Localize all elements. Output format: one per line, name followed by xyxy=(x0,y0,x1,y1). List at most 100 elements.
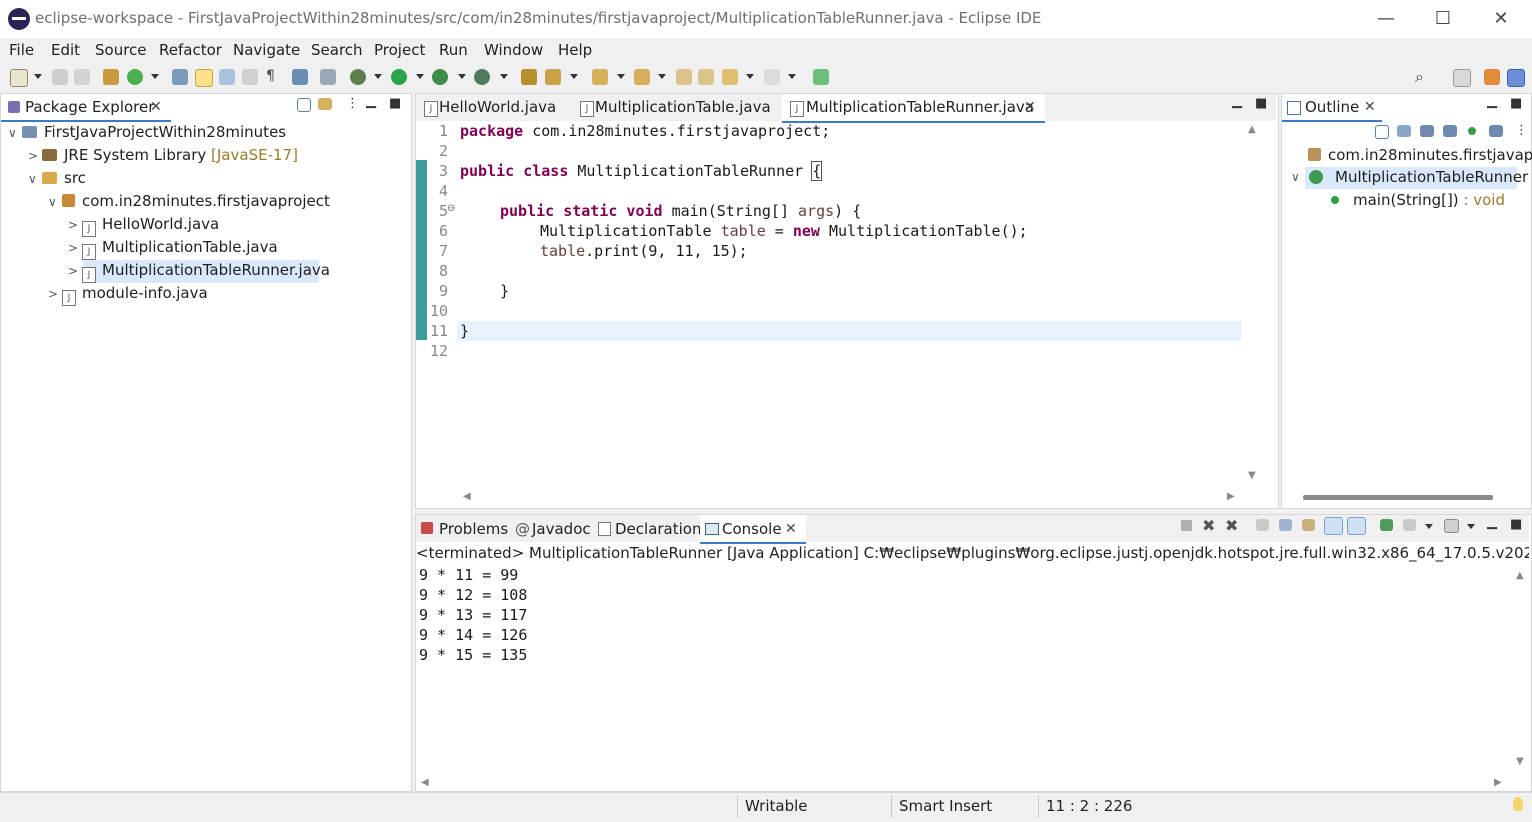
menu-window[interactable]: Window xyxy=(484,41,543,59)
chevron-right-icon[interactable]: > xyxy=(68,264,82,278)
new-java-package-icon[interactable] xyxy=(103,69,119,85)
hide-local-types-icon[interactable] xyxy=(1489,125,1503,137)
outline-item-class[interactable]: MultiplicationTableRunner xyxy=(1309,168,1528,191)
forward-edit-icon[interactable] xyxy=(698,69,714,85)
scroll-right-icon[interactable]: ▶ xyxy=(1494,777,1502,788)
chevron-down-icon[interactable] xyxy=(374,74,382,79)
chevron-down-icon[interactable] xyxy=(746,74,754,79)
code-line-3[interactable]: public class MultiplicationTableRunner { xyxy=(460,161,823,181)
show-on-stdout-icon[interactable] xyxy=(1324,517,1343,535)
last-edit-location-icon[interactable] xyxy=(676,69,692,85)
tree-item-project[interactable]: ∨ FirstJavaProjectWithin28minutes xyxy=(8,123,286,146)
scroll-up-icon[interactable]: ▲ xyxy=(1248,124,1256,135)
sort-icon[interactable] xyxy=(1397,125,1411,137)
collapse-all-icon[interactable] xyxy=(1375,125,1389,139)
java-ee-perspective-icon[interactable] xyxy=(1484,69,1500,85)
chevron-down-icon[interactable] xyxy=(1425,524,1433,529)
minimize-view-icon[interactable]: ▁ xyxy=(1487,515,1497,530)
tab-problems[interactable]: Problems xyxy=(439,520,508,538)
chevron-down-icon[interactable] xyxy=(788,74,796,79)
open-type-icon[interactable] xyxy=(172,69,188,85)
status-cursor-position[interactable]: 11 : 2 : 226 xyxy=(1046,797,1132,815)
scroll-lock-icon[interactable] xyxy=(1279,519,1292,531)
chevron-down-icon[interactable]: ∨ xyxy=(48,195,62,209)
clear-console-icon[interactable] xyxy=(1256,519,1269,531)
chevron-right-icon[interactable]: > xyxy=(68,241,82,255)
scroll-down-icon[interactable]: ▼ xyxy=(1248,470,1256,481)
code-line-1[interactable]: package com.in28minutes.firstjavaproject… xyxy=(460,122,830,140)
chevron-down-icon[interactable]: ∨ xyxy=(8,126,22,140)
hide-static-icon[interactable] xyxy=(1443,125,1457,137)
status-insert-mode[interactable]: Smart Insert xyxy=(899,797,992,815)
close-window-button[interactable]: ✕ xyxy=(1478,6,1524,32)
pin-console-icon[interactable] xyxy=(1380,519,1393,531)
chevron-down-icon[interactable] xyxy=(458,74,466,79)
remove-launch-icon[interactable]: ✖ xyxy=(1202,516,1215,535)
chevron-down-icon[interactable]: ∨ xyxy=(1291,170,1300,184)
menu-navigate[interactable]: Navigate xyxy=(233,41,300,59)
open-perspective-icon[interactable] xyxy=(1453,69,1471,87)
chevron-down-icon[interactable] xyxy=(416,74,424,79)
chevron-down-icon[interactable] xyxy=(151,74,159,79)
scroll-down-icon[interactable]: ▼ xyxy=(1516,756,1524,767)
tree-item-package[interactable]: ∨ com.in28minutes.firstjavaproject xyxy=(48,192,330,215)
pilcrow-icon[interactable]: ¶ xyxy=(266,68,275,84)
close-icon[interactable]: ✕ xyxy=(1364,99,1376,115)
mark-occurrences-icon[interactable] xyxy=(195,69,213,87)
chevron-right-icon[interactable]: > xyxy=(68,218,82,232)
search-icon[interactable]: ⌕ xyxy=(1415,67,1424,87)
menu-help[interactable]: Help xyxy=(558,41,592,59)
show-on-stderr-icon[interactable] xyxy=(1347,517,1366,535)
outline-item-method[interactable]: main(String[]) : void xyxy=(1331,191,1505,214)
chevron-down-icon[interactable] xyxy=(34,74,42,79)
save-all-icon[interactable] xyxy=(74,69,90,85)
menu-project[interactable]: Project xyxy=(374,41,425,59)
tab-declaration[interactable]: Declaration xyxy=(615,520,701,538)
close-icon[interactable]: ✕ xyxy=(150,99,162,115)
minimize-view-icon[interactable]: ▁ xyxy=(1232,94,1242,109)
tree-item-multiplicationtablerunner[interactable]: > J MultiplicationTableRunner.java xyxy=(68,261,330,284)
scroll-left-icon[interactable]: ◀ xyxy=(463,491,471,502)
coverage-icon[interactable] xyxy=(432,69,448,85)
lightbulb-icon[interactable] xyxy=(1513,797,1523,811)
hide-nonpublic-icon[interactable] xyxy=(1468,127,1476,135)
minimize-button[interactable]: — xyxy=(1363,6,1409,32)
forward-icon[interactable] xyxy=(764,69,780,85)
view-menu-icon[interactable]: ⋮ xyxy=(346,96,359,111)
menu-edit[interactable]: Edit xyxy=(51,41,80,59)
word-wrap-icon[interactable] xyxy=(1302,519,1315,531)
minimize-view-icon[interactable]: ▁ xyxy=(1487,94,1497,109)
save-icon[interactable] xyxy=(52,69,68,85)
code-line-7[interactable]: table.print(9, 11, 15); xyxy=(540,242,748,260)
tree-item-helloworld[interactable]: > J HelloWorld.java xyxy=(68,215,219,238)
tab-javadoc[interactable]: Javadoc xyxy=(532,520,591,538)
chevron-down-icon[interactable] xyxy=(500,74,508,79)
maximize-button[interactable]: ☐ xyxy=(1420,6,1466,32)
close-icon[interactable]: ✕ xyxy=(1024,99,1036,115)
chevron-down-icon[interactable] xyxy=(1467,524,1475,529)
skip-breakpoints-icon[interactable] xyxy=(320,69,336,85)
java-perspective-icon[interactable] xyxy=(1507,69,1525,87)
hide-fields-icon[interactable] xyxy=(1420,125,1434,137)
terminate-icon[interactable] xyxy=(1181,520,1192,531)
tree-item-multiplicationtable[interactable]: > J MultiplicationTable.java xyxy=(68,238,278,261)
next-annotation-icon[interactable] xyxy=(592,69,608,85)
menu-search[interactable]: Search xyxy=(311,41,363,59)
tree-item-jre-library[interactable]: > JRE System Library [JavaSE-17] xyxy=(28,146,298,169)
close-icon[interactable]: ✕ xyxy=(785,521,797,537)
run-icon[interactable] xyxy=(391,69,407,85)
view-menu-icon[interactable]: ⋮ xyxy=(1515,123,1528,138)
chevron-down-icon[interactable] xyxy=(658,74,666,79)
back-icon[interactable] xyxy=(722,69,738,85)
word-wrap-icon[interactable] xyxy=(219,69,235,85)
chevron-right-icon[interactable]: > xyxy=(48,287,62,301)
tree-item-module-info[interactable]: > Jmodule-info.java xyxy=(48,284,208,307)
scroll-left-icon[interactable]: ◀ xyxy=(421,777,429,788)
menu-refactor[interactable]: Refactor xyxy=(159,41,222,59)
chevron-down-icon[interactable] xyxy=(570,74,578,79)
maximize-view-icon[interactable]: ■ xyxy=(1255,96,1267,111)
collapse-all-icon[interactable] xyxy=(297,98,311,112)
new-java-class-icon[interactable] xyxy=(127,69,143,85)
maximize-view-icon[interactable]: ■ xyxy=(389,96,401,111)
scroll-right-icon[interactable]: ▶ xyxy=(1227,491,1235,502)
